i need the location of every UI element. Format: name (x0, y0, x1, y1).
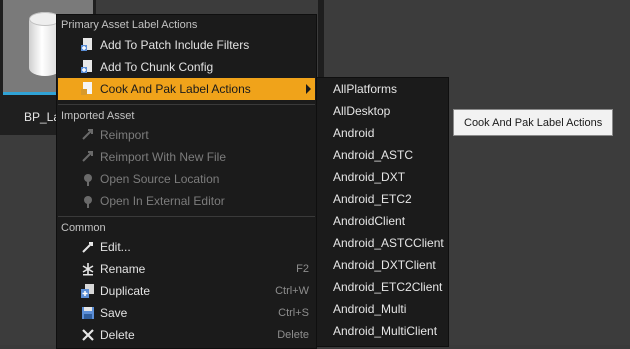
menu-item-duplicate[interactable]: Duplicate Ctrl+W (58, 280, 315, 302)
menu-item-label: Add To Chunk Config (100, 60, 214, 74)
submenu-item-label: AllPlatforms (333, 82, 398, 96)
submenu-arrow-icon (306, 84, 311, 94)
menu-item-cook-and-pak-label-actions[interactable]: Cook And Pak Label Actions (58, 78, 315, 100)
menu-item-save[interactable]: Save Ctrl+S (58, 302, 315, 324)
submenu-item-label: Android_ASTC (333, 148, 414, 162)
asset-name: BP_La (24, 110, 61, 124)
submenu-item-label: AndroidClient (333, 214, 406, 228)
tooltip-text: Cook And Pak Label Actions (464, 117, 603, 129)
menu-item-label: Rename (100, 262, 146, 276)
section-header-primary-asset-label-actions: Primary Asset Label Actions (61, 19, 198, 31)
submenu-item-android-astcclient[interactable]: Android_ASTCClient (317, 232, 448, 254)
menu-item-label: Open In External Editor (100, 194, 225, 208)
save-icon (82, 307, 94, 319)
submenu-item-android-multi[interactable]: Android_Multi (317, 298, 448, 320)
submenu-item-androidclient[interactable]: AndroidClient (317, 210, 448, 232)
cook-and-pak-submenu: AllPlatforms AllDesktop Android Android_… (316, 77, 449, 347)
menu-item-label: Open Source Location (100, 172, 220, 186)
submenu-item-label: Android_DXTClient (333, 258, 436, 272)
menu-separator (58, 216, 315, 217)
menu-item-reimport[interactable]: Reimport (58, 124, 315, 146)
submenu-item-android-etc2client[interactable]: Android_ETC2Client (317, 276, 448, 298)
submenu-item-android-etc2[interactable]: Android_ETC2 (317, 188, 448, 210)
menu-item-label: Delete (100, 328, 135, 342)
menu-item-label: Reimport (100, 128, 149, 142)
submenu-item-android-dxtclient[interactable]: Android_DXTClient (317, 254, 448, 276)
duplicate-icon (81, 284, 94, 298)
delete-icon (82, 329, 94, 341)
menu-item-add-to-chunk-config[interactable]: Add To Chunk Config (58, 56, 315, 78)
chunk-config-icon (81, 60, 92, 73)
submenu-item-allplatforms[interactable]: AllPlatforms (317, 78, 448, 100)
submenu-item-label: Android_DXT (333, 170, 406, 184)
menu-item-label: Duplicate (100, 284, 151, 298)
menu-item-label: Edit... (100, 240, 131, 254)
reimport-icon (82, 129, 93, 140)
submenu-item-android-multiclient[interactable]: Android_MultiClient (317, 320, 448, 342)
rename-icon (82, 263, 94, 276)
menu-item-shortcut: Delete (277, 329, 309, 341)
external-editor-icon (84, 196, 92, 208)
menu-item-label: Cook And Pak Label Actions (100, 82, 251, 96)
submenu-item-label: Android_ETC2Client (333, 280, 443, 294)
open-source-location-icon (84, 174, 92, 186)
menu-item-shortcut: F2 (296, 263, 309, 275)
menu-item-reimport-with-new-file[interactable]: Reimport With New File (58, 146, 315, 168)
tooltip: Cook And Pak Label Actions (453, 109, 613, 136)
submenu-item-label: Android_ETC2 (333, 192, 412, 206)
section-header-common: Common (61, 222, 106, 234)
patch-filter-icon (81, 38, 92, 51)
submenu-item-label: Android_ASTCClient (333, 236, 444, 250)
menu-item-shortcut: Ctrl+W (275, 285, 309, 297)
menu-item-rename[interactable]: Rename F2 (58, 258, 315, 280)
context-menu: Primary Asset Label Actions Add To Patch… (56, 14, 317, 349)
menu-item-edit[interactable]: Edit... (58, 236, 315, 258)
menu-item-open-in-external-editor[interactable]: Open In External Editor (58, 190, 315, 212)
edit-icon (82, 242, 93, 253)
cook-pak-icon (81, 82, 92, 95)
submenu-item-android-astc[interactable]: Android_ASTC (317, 144, 448, 166)
menu-separator (58, 104, 315, 105)
menu-item-delete[interactable]: Delete Delete (58, 324, 315, 346)
submenu-item-label: AllDesktop (333, 104, 391, 118)
reimport-new-file-icon (82, 151, 93, 162)
menu-item-add-to-patch-include-filters[interactable]: Add To Patch Include Filters (58, 34, 315, 56)
menu-item-label: Add To Patch Include Filters (100, 38, 250, 52)
menu-item-label: Save (100, 306, 128, 320)
submenu-item-android[interactable]: Android (317, 122, 448, 144)
menu-item-shortcut: Ctrl+S (278, 307, 309, 319)
submenu-item-android-dxt[interactable]: Android_DXT (317, 166, 448, 188)
menu-item-label: Reimport With New File (100, 150, 227, 164)
section-header-imported-asset: Imported Asset (61, 110, 135, 122)
submenu-item-label: Android_Multi (333, 302, 407, 316)
submenu-item-label: Android_MultiClient (333, 324, 438, 338)
menu-item-open-source-location[interactable]: Open Source Location (58, 168, 315, 190)
submenu-item-alldesktop[interactable]: AllDesktop (317, 100, 448, 122)
submenu-item-label: Android (333, 126, 375, 140)
